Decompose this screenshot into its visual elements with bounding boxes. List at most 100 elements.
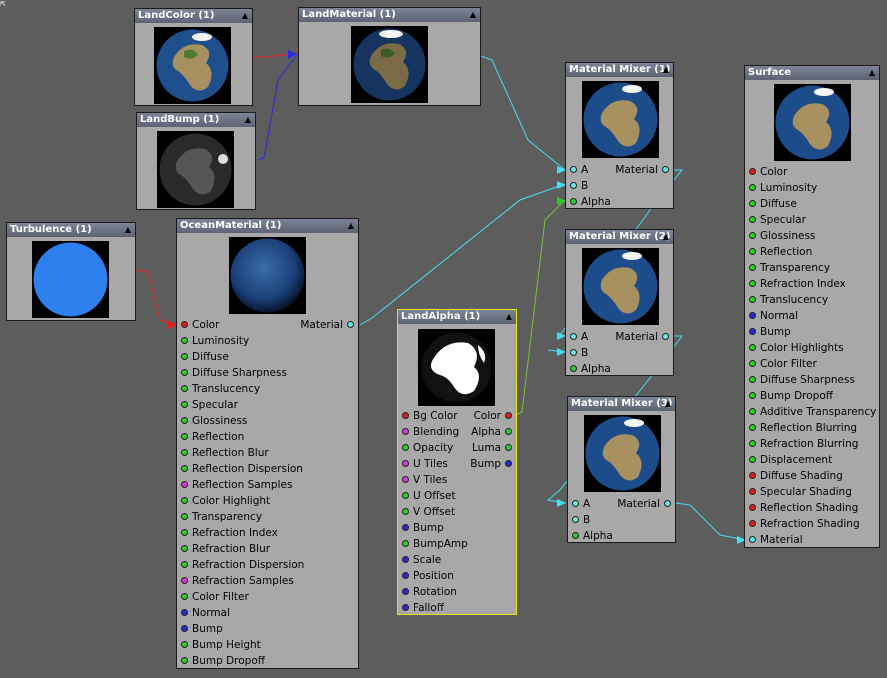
port-dot-icon[interactable] bbox=[749, 328, 756, 335]
port-out-material[interactable]: Material bbox=[617, 496, 675, 512]
node-mixer2[interactable]: Material Mixer (2) ▲ A B Alpha Material bbox=[565, 229, 674, 376]
port-in-glossiness[interactable]: Glossiness bbox=[177, 413, 247, 429]
port-dot-icon[interactable] bbox=[181, 593, 188, 600]
collapse-icon[interactable]: ▲ bbox=[663, 230, 669, 244]
port-dot-icon[interactable] bbox=[181, 545, 188, 552]
port-in-normal[interactable]: Normal bbox=[745, 308, 798, 324]
port-in-color-filter[interactable]: Color Filter bbox=[177, 589, 249, 605]
port-in-v-offset[interactable]: V Offset bbox=[398, 504, 455, 520]
port-in-refraction-index[interactable]: Refraction Index bbox=[745, 276, 846, 292]
collapse-icon[interactable]: ▲ bbox=[506, 310, 512, 324]
port-dot-icon[interactable] bbox=[749, 216, 756, 223]
port-dot-icon[interactable] bbox=[181, 385, 188, 392]
port-in-opacity[interactable]: Opacity bbox=[398, 440, 453, 456]
collapse-icon[interactable]: ▲ bbox=[470, 8, 476, 22]
node-turbulence-title[interactable]: Turbulence (1) ▲ bbox=[7, 223, 135, 237]
port-in-bump[interactable]: Bump bbox=[177, 621, 223, 637]
port-in-position[interactable]: Position bbox=[398, 568, 454, 584]
port-dot-icon[interactable] bbox=[749, 488, 756, 495]
port-dot-icon[interactable] bbox=[749, 376, 756, 383]
port-dot-icon[interactable] bbox=[749, 312, 756, 319]
port-in-specular[interactable]: Specular bbox=[177, 397, 238, 413]
port-in-u-offset[interactable]: U Offset bbox=[398, 488, 456, 504]
port-out-alpha[interactable]: Alpha bbox=[471, 424, 516, 440]
port-dot-icon[interactable] bbox=[749, 168, 756, 175]
port-in-b[interactable]: B bbox=[566, 178, 588, 194]
port-in-alpha[interactable]: Alpha bbox=[568, 528, 613, 544]
node-surface-title[interactable]: Surface ▲ bbox=[745, 66, 879, 80]
port-dot-icon[interactable] bbox=[505, 444, 512, 451]
port-dot-icon[interactable] bbox=[749, 472, 756, 479]
port-dot-icon[interactable] bbox=[181, 609, 188, 616]
port-dot-icon[interactable] bbox=[570, 349, 577, 356]
port-in-translucency[interactable]: Translucency bbox=[745, 292, 828, 308]
port-dot-icon[interactable] bbox=[181, 657, 188, 664]
port-in-bump-height[interactable]: Bump Height bbox=[177, 637, 261, 653]
port-out-material[interactable]: Material bbox=[300, 317, 358, 333]
port-in-glossiness[interactable]: Glossiness bbox=[745, 228, 815, 244]
port-dot-icon[interactable] bbox=[664, 500, 671, 507]
port-in-color[interactable]: Color bbox=[745, 164, 787, 180]
port-dot-icon[interactable] bbox=[505, 428, 512, 435]
port-in-reflection-dispersion[interactable]: Reflection Dispersion bbox=[177, 461, 303, 477]
port-dot-icon[interactable] bbox=[749, 280, 756, 287]
node-mixer1[interactable]: Material Mixer (1) ▲ A B Alpha Material bbox=[565, 62, 674, 209]
node-mixer2-title[interactable]: Material Mixer (2) ▲ bbox=[566, 230, 673, 244]
node-landbump-title[interactable]: LandBump (1) ▲ bbox=[137, 113, 255, 127]
port-in-normal[interactable]: Normal bbox=[177, 605, 230, 621]
port-dot-icon[interactable] bbox=[181, 417, 188, 424]
port-dot-icon[interactable] bbox=[181, 625, 188, 632]
port-in-diffuse-sharpness[interactable]: Diffuse Sharpness bbox=[745, 372, 855, 388]
port-dot-icon[interactable] bbox=[181, 529, 188, 536]
port-dot-icon[interactable] bbox=[749, 264, 756, 271]
collapse-icon[interactable]: ▲ bbox=[869, 66, 875, 80]
port-dot-icon[interactable] bbox=[181, 641, 188, 648]
port-dot-icon[interactable] bbox=[572, 532, 579, 539]
port-in-bump-dropoff[interactable]: Bump Dropoff bbox=[745, 388, 833, 404]
port-dot-icon[interactable] bbox=[749, 408, 756, 415]
port-dot-icon[interactable] bbox=[402, 476, 409, 483]
port-in-translucency[interactable]: Translucency bbox=[177, 381, 260, 397]
port-dot-icon[interactable] bbox=[402, 556, 409, 563]
port-dot-icon[interactable] bbox=[181, 481, 188, 488]
port-dot-icon[interactable] bbox=[402, 492, 409, 499]
port-dot-icon[interactable] bbox=[749, 520, 756, 527]
port-in-reflection[interactable]: Reflection bbox=[745, 244, 812, 260]
collapse-icon[interactable]: ▲ bbox=[663, 63, 669, 77]
node-landcolor[interactable]: LandColor (1) ▲ bbox=[134, 8, 253, 106]
port-in-diffuse[interactable]: Diffuse bbox=[745, 196, 797, 212]
node-landmaterial[interactable]: LandMaterial (1) ▲ bbox=[298, 7, 481, 106]
port-dot-icon[interactable] bbox=[181, 433, 188, 440]
node-mixer3-title[interactable]: Material Mixer (3) ▲ bbox=[568, 397, 675, 411]
port-dot-icon[interactable] bbox=[402, 412, 409, 419]
port-dot-icon[interactable] bbox=[402, 508, 409, 515]
port-dot-icon[interactable] bbox=[181, 369, 188, 376]
port-in-specular[interactable]: Specular bbox=[745, 212, 806, 228]
node-turbulence[interactable]: Turbulence (1) ▲ bbox=[6, 222, 136, 321]
port-in-bump-dropoff[interactable]: Bump Dropoff bbox=[177, 653, 265, 669]
collapse-icon[interactable]: ▲ bbox=[348, 219, 354, 233]
port-dot-icon[interactable] bbox=[749, 360, 756, 367]
port-dot-icon[interactable] bbox=[570, 333, 577, 340]
node-mixer1-title[interactable]: Material Mixer (1) ▲ bbox=[566, 63, 673, 77]
port-out-luma[interactable]: Luma bbox=[472, 440, 516, 456]
port-dot-icon[interactable] bbox=[749, 232, 756, 239]
port-dot-icon[interactable] bbox=[347, 321, 354, 328]
port-in-u-tiles[interactable]: U Tiles bbox=[398, 456, 448, 472]
collapse-icon[interactable]: ▲ bbox=[245, 113, 251, 127]
port-out-material[interactable]: Material bbox=[615, 162, 673, 178]
port-dot-icon[interactable] bbox=[572, 516, 579, 523]
port-in-transparency[interactable]: Transparency bbox=[177, 509, 262, 525]
port-in-material[interactable]: Material bbox=[745, 532, 803, 548]
port-in-color[interactable]: Color bbox=[177, 317, 219, 333]
port-dot-icon[interactable] bbox=[570, 365, 577, 372]
port-in-bumpamp[interactable]: BumpAmp bbox=[398, 536, 468, 552]
port-in-b[interactable]: B bbox=[566, 345, 588, 361]
port-out-material[interactable]: Material bbox=[615, 329, 673, 345]
port-dot-icon[interactable] bbox=[505, 412, 512, 419]
port-dot-icon[interactable] bbox=[749, 184, 756, 191]
port-out-bump[interactable]: Bump bbox=[470, 456, 516, 472]
port-dot-icon[interactable] bbox=[402, 588, 409, 595]
port-in-diffuse[interactable]: Diffuse bbox=[177, 349, 229, 365]
port-in-displacement[interactable]: Displacement bbox=[745, 452, 832, 468]
